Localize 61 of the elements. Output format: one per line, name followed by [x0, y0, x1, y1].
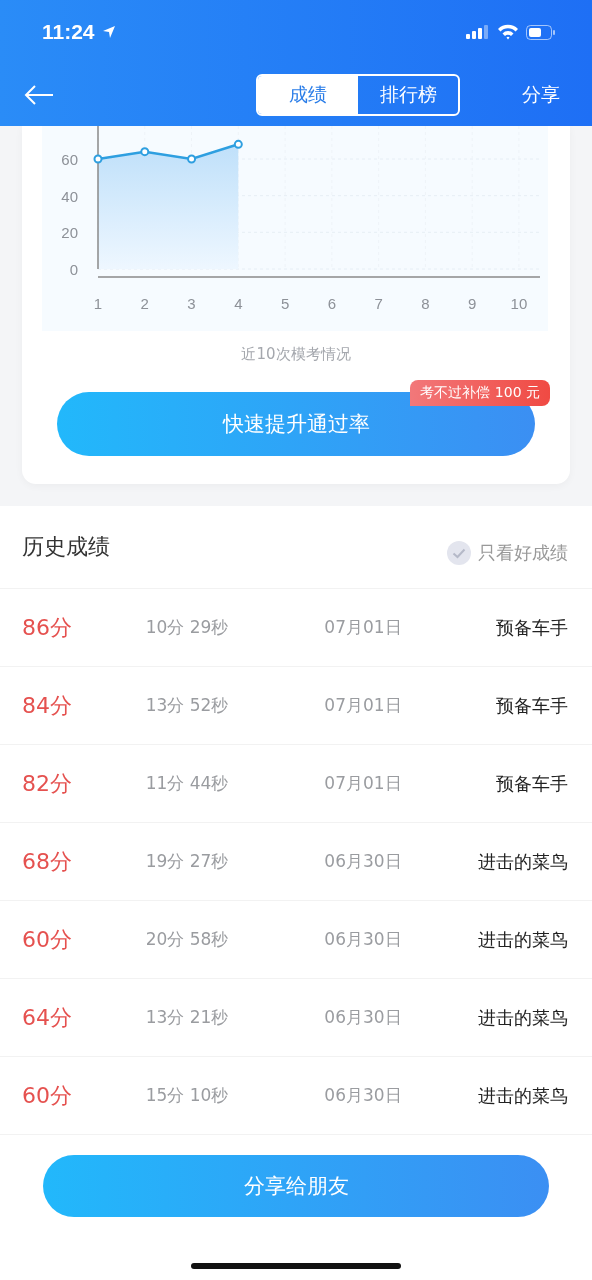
battery-icon	[526, 24, 556, 40]
x-tick-label: 8	[421, 295, 430, 312]
x-tick-label: 6	[327, 295, 337, 312]
x-tick-label: 4	[234, 295, 243, 312]
date: 06月30日	[323, 1006, 403, 1029]
score: 84分	[22, 691, 73, 720]
score: 82分	[22, 769, 73, 798]
x-tick-label: 9	[468, 295, 477, 312]
x-tick-label: 5	[280, 295, 290, 312]
rank-title: 进击的菜鸟	[477, 1005, 568, 1030]
duration: 20分 58秒	[144, 928, 230, 951]
wifi-icon	[497, 24, 519, 40]
date: 07月01日	[323, 694, 403, 717]
tab[interactable]: 成绩	[258, 76, 358, 114]
rank-title: 进击的菜鸟	[477, 927, 568, 952]
x-tick-label: 2	[140, 295, 149, 312]
share-button[interactable]: 分享给朋友	[43, 1155, 549, 1217]
data-point	[233, 139, 243, 149]
location-arrow-icon	[101, 25, 116, 39]
duration: 15分 10秒	[144, 1084, 230, 1107]
chart-caption: 近10次模考情况	[240, 345, 352, 364]
y-tick-label: 60	[61, 151, 78, 168]
data-point	[187, 154, 197, 164]
score: 86分	[22, 613, 73, 642]
score: 60分	[22, 1081, 73, 1110]
rank-title: 进击的菜鸟	[477, 1083, 568, 1108]
x-tick-label: 3	[187, 295, 196, 312]
data-point	[93, 154, 103, 164]
filter-label[interactable]: 只看好成绩	[478, 541, 568, 565]
rank-title: 预备车手	[495, 615, 568, 640]
duration: 11分 44秒	[144, 772, 230, 795]
x-tick-label: 10	[510, 295, 528, 312]
score: 68分	[22, 847, 73, 876]
duration: 13分 52秒	[144, 694, 230, 717]
section-title: 历史成绩	[22, 533, 110, 561]
y-tick-label: 40	[61, 187, 78, 205]
y-tick-label: 0	[69, 261, 78, 278]
date: 06月30日	[323, 1084, 403, 1107]
date: 07月01日	[323, 616, 403, 639]
rank-title: 进击的菜鸟	[477, 849, 568, 874]
duration: 19分 27秒	[144, 850, 230, 873]
check-icon[interactable]	[446, 540, 472, 566]
date: 06月30日	[323, 928, 403, 951]
x-tick-label: 1	[93, 295, 103, 312]
rank-title: 预备车手	[495, 693, 568, 718]
score: 64分	[22, 1003, 73, 1032]
back-arrow-icon[interactable]	[24, 84, 54, 106]
rank-title: 预备车手	[495, 771, 568, 796]
x-tick-label: 7	[374, 295, 383, 312]
tab[interactable]: 排行榜	[358, 76, 458, 114]
status-time: 11:24	[42, 20, 95, 44]
duration: 13分 21秒	[144, 1006, 230, 1029]
data-point	[140, 147, 150, 157]
y-tick-label: 20	[61, 224, 78, 242]
compensation-badge: 考不过补偿 100 元	[410, 380, 550, 406]
date: 06月30日	[323, 850, 403, 873]
share-link[interactable]: 分享	[522, 82, 560, 108]
duration: 10分 29秒	[144, 616, 230, 639]
date: 07月01日	[323, 772, 403, 795]
signal-icon	[466, 25, 490, 39]
score: 60分	[22, 925, 73, 954]
